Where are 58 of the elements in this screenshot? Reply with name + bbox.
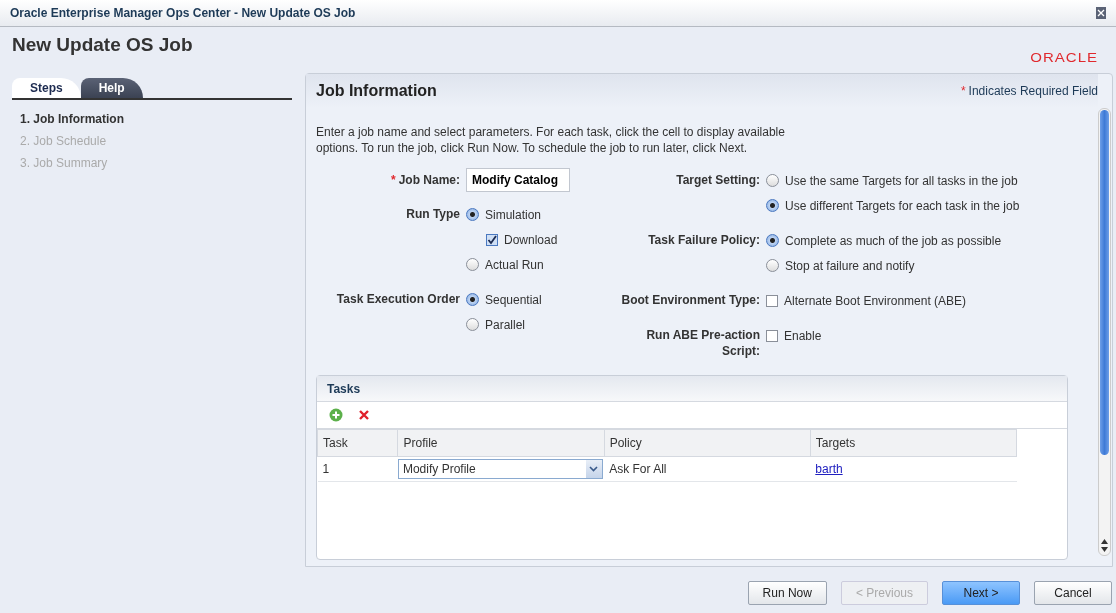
column-header[interactable]: Task [317, 429, 398, 457]
footer-button[interactable]: Cancel [1034, 581, 1112, 605]
required-field-label: * Job Name: [390, 173, 460, 187]
radio-button[interactable] [466, 258, 479, 271]
target-link[interactable]: barth [815, 462, 843, 476]
required-field-note: * Indicates Required Field [960, 83, 1098, 100]
radio-button[interactable] [766, 174, 779, 187]
caret-icon [589, 466, 599, 472]
logo: ORACLE [1030, 48, 1098, 67]
option-label: Use different Targets for each task in the job [785, 197, 1020, 215]
option-label: Simulation [485, 206, 542, 224]
delete-icon[interactable] [359, 410, 369, 420]
field-label: Task Execution Order [336, 292, 460, 306]
tasks-title: Tasks [317, 376, 1067, 402]
radio-button[interactable] [766, 199, 779, 212]
option-label: Parallel [485, 316, 526, 334]
radio-button[interactable] [766, 259, 779, 272]
option-label: Use the same Targets for all tasks in the job [785, 172, 1018, 190]
option-label: Alternate Boot Environment (ABE) [784, 292, 967, 310]
step-item[interactable]: 1. Job Information [12, 108, 295, 130]
footer-button[interactable]: Next > [942, 581, 1020, 605]
option-label: Complete as much of the job as possible [785, 232, 1002, 250]
radio-button[interactable] [766, 234, 779, 247]
profile-dropdown[interactable]: Modify Profile [397, 459, 603, 479]
close-icon[interactable] [1096, 7, 1106, 19]
scrollbar[interactable] [1098, 108, 1111, 556]
field-label: Boot Environment Type: [621, 293, 760, 307]
radio-button[interactable] [466, 208, 479, 221]
checkbox[interactable] [766, 294, 778, 307]
option-label: Enable [784, 327, 822, 345]
radio-button[interactable] [466, 318, 479, 331]
option-label: Sequential [485, 291, 542, 309]
field-label: Task Failure Policy: [648, 233, 760, 247]
checkbox[interactable] [766, 329, 778, 342]
option-label: Download [504, 231, 558, 249]
column-header[interactable]: Targets [810, 429, 1017, 457]
scroll-down-icon[interactable] [1101, 547, 1108, 552]
field-label: Target Setting: [676, 173, 760, 187]
field-label: Run ABE Pre-action Script: [646, 328, 760, 358]
field-label: Run Type [406, 207, 460, 221]
instructions-text: Enter a job name and select parameters. For each task, click the cell to display available options. To run the job, click Run Now. To schedule the job to run later, click Next. [316, 124, 786, 156]
option-label: Stop at failure and notify [785, 257, 915, 275]
side-tab[interactable]: Steps [12, 78, 81, 98]
table-cell: Ask For All [604, 456, 811, 482]
table-cell: 1 [317, 456, 398, 482]
column-header[interactable]: Profile [397, 429, 605, 457]
add-icon[interactable] [329, 408, 343, 422]
radio-button[interactable] [466, 293, 479, 306]
window-title: Oracle Enterprise Manager Ops Center - New Update OS Job [10, 5, 356, 22]
option-label: Actual Run [485, 256, 544, 274]
checkbox[interactable] [486, 233, 498, 246]
panel-title: Job Information [316, 81, 437, 101]
footer-button[interactable]: Run Now [747, 581, 827, 605]
side-tab[interactable]: Help [80, 78, 143, 98]
scroll-up-icon[interactable] [1101, 539, 1108, 544]
column-header[interactable]: Policy [604, 429, 811, 457]
page-title: New Update OS Job [12, 33, 193, 57]
job-name-field[interactable]: Modify Catalog [466, 168, 570, 192]
